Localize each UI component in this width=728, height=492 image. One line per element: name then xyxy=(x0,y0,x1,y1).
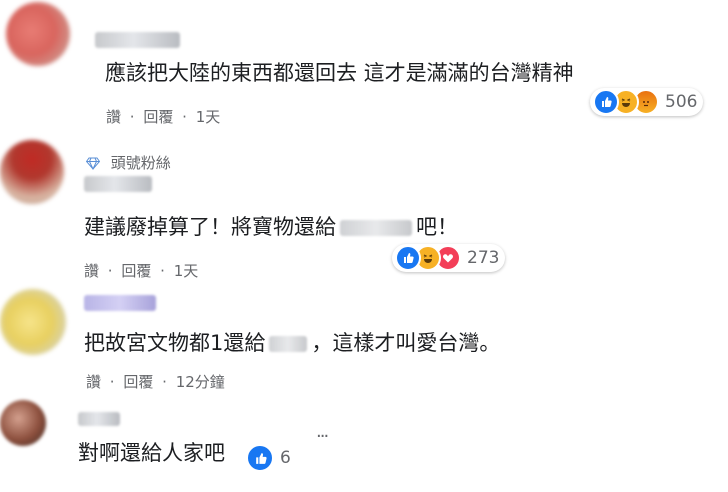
comment-text: 應該把大陸的東西都還回去 這才是滿滿的台灣精神 xyxy=(105,61,574,85)
avatar[interactable] xyxy=(0,140,64,204)
reply-link[interactable]: 回覆 xyxy=(123,373,153,391)
comment-meta: 讚 · 回覆 · 1天 xyxy=(106,108,220,126)
reply-link[interactable]: 回覆 xyxy=(121,262,151,280)
reaction-summary[interactable]: 6 xyxy=(244,444,297,472)
badge-label: 頭號粉絲 xyxy=(110,154,171,172)
comment-text-part: ，這樣才叫愛台灣。 xyxy=(311,331,501,355)
timestamp[interactable]: 12分鐘 xyxy=(176,373,225,391)
reaction-summary[interactable]: 273 xyxy=(392,244,506,272)
like-icon xyxy=(593,89,619,115)
separator: · xyxy=(129,108,135,126)
comment-text-part: 建議廢掉算了！將寶物還給 xyxy=(84,215,336,239)
comment-text-part: 吧！ xyxy=(416,215,458,239)
reaction-count: 6 xyxy=(280,448,291,468)
separator: · xyxy=(182,108,187,126)
separator: · xyxy=(162,373,167,391)
like-link[interactable]: 讚 xyxy=(106,108,121,126)
redacted-text xyxy=(340,220,412,236)
redacted-text xyxy=(269,336,308,352)
comment-text: 建議廢掉算了！將寶物還給 吧！ xyxy=(84,214,458,240)
reaction-summary[interactable]: 506 xyxy=(590,88,704,116)
avatar[interactable] xyxy=(6,2,70,66)
commenter-name-redacted[interactable] xyxy=(84,176,152,192)
comment-text: 對啊還給人家吧 xyxy=(78,441,225,465)
reaction-count: 506 xyxy=(665,92,698,112)
timestamp[interactable]: 1天 xyxy=(174,262,199,280)
separator: · xyxy=(109,373,115,391)
timestamp[interactable]: 1天 xyxy=(196,108,221,126)
like-icon xyxy=(395,245,421,271)
like-icon xyxy=(246,444,274,472)
reaction-count: 273 xyxy=(467,248,500,268)
comment-1: 應該把大陸的東西都還回去 這才是滿滿的台灣精神 讚 · 回覆 · 1天 506 xyxy=(0,0,728,130)
top-fan-badge: 頭號粉絲 xyxy=(85,152,171,173)
separator: · xyxy=(160,262,165,280)
comment-2: 頭號粉絲 建議廢掉算了！將寶物還給 吧！ 讚 · 回覆 · 1天 273 xyxy=(0,130,728,285)
comment-meta: 讚 · 回覆 · 1天 xyxy=(84,262,198,280)
avatar[interactable] xyxy=(0,289,66,355)
comment-text: 把故宮文物都1還給 ，這樣才叫愛台灣。 xyxy=(84,330,500,356)
more-options-icon[interactable]: ··· xyxy=(316,426,329,447)
commenter-name-redacted[interactable] xyxy=(84,295,156,311)
reply-link[interactable]: 回覆 xyxy=(143,108,173,126)
comment-3: 把故宮文物都1還給 ，這樣才叫愛台灣。 讚 · 回覆 · 12分鐘 xyxy=(0,285,728,395)
comment-text-part: 把故宮文物都1還給 xyxy=(84,331,266,355)
avatar[interactable] xyxy=(0,400,46,446)
commenter-name-redacted[interactable] xyxy=(95,32,180,48)
like-link[interactable]: 讚 xyxy=(84,262,99,280)
comment-4: 對啊還給人家吧 ··· 6 xyxy=(0,398,728,492)
separator: · xyxy=(107,262,113,280)
commenter-name-redacted[interactable] xyxy=(78,412,120,426)
diamond-icon xyxy=(85,156,101,171)
like-link[interactable]: 讚 xyxy=(86,373,101,391)
comment-meta: 讚 · 回覆 · 12分鐘 xyxy=(86,373,225,391)
